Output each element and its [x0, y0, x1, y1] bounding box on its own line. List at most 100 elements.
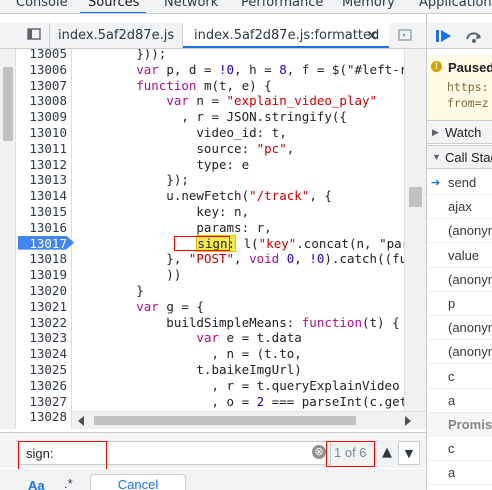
- line-number[interactable]: 13011: [18, 141, 67, 157]
- code-line[interactable]: 13005 }));: [0, 49, 426, 62]
- code-line[interactable]: 13006 var p, d = !0, h = 8, f = $("#left…: [0, 62, 426, 78]
- call-frame[interactable]: ajax: [427, 195, 492, 220]
- step-over-icon[interactable]: [465, 28, 483, 47]
- code-line[interactable]: 13019 )): [0, 267, 426, 283]
- call-frame[interactable]: (anonym: [427, 316, 492, 341]
- code-text: , o = 2 === parseInt(c.get: [76, 393, 408, 409]
- code-text: var g = {: [136, 298, 204, 314]
- scroll-left-icon[interactable]: [78, 416, 84, 426]
- line-number[interactable]: 13021: [18, 299, 67, 315]
- code-line[interactable]: 13027 , o = 2 === parseInt(c.get: [0, 394, 426, 410]
- call-frame[interactable]: (anonym: [427, 268, 492, 292]
- watch-section-header[interactable]: ▶ Watch: [427, 120, 492, 144]
- next-match-button[interactable]: ▼: [398, 441, 420, 465]
- code-text: )): [76, 267, 182, 283]
- chevron-down-icon: ▼: [432, 152, 441, 162]
- line-number[interactable]: 13012: [18, 157, 67, 173]
- code-line[interactable]: 13010 video_id: t,: [0, 125, 426, 141]
- code-editor[interactable]: 13005 })); 13006 var p, d = !0, h = 8, f …: [0, 49, 426, 429]
- clear-search-icon[interactable]: ⊗: [312, 445, 326, 459]
- call-frame[interactable]: (anonym: [427, 340, 492, 365]
- code-line[interactable]: 13020 }: [0, 283, 426, 299]
- code-line[interactable]: 13025 t.baikeImgUrl): [0, 362, 426, 378]
- line-number[interactable]: 13016: [18, 220, 67, 236]
- call-frame[interactable]: value: [427, 244, 492, 268]
- previous-match-button[interactable]: ▲: [377, 441, 397, 465]
- code-line[interactable]: 13008 var n = "explain_video_play": [0, 93, 426, 109]
- call-frame[interactable]: (anonym: [427, 219, 492, 244]
- call-frame[interactable]: c: [427, 437, 492, 462]
- line-number[interactable]: 13018: [18, 251, 67, 267]
- line-number[interactable]: 13020: [18, 283, 67, 299]
- tab-network[interactable]: Network: [164, 0, 218, 10]
- line-number[interactable]: 13017: [18, 236, 67, 252]
- tab-sources[interactable]: Sources: [88, 0, 139, 10]
- code-line[interactable]: 13022 buildSimpleMeans: function(t) {: [0, 315, 426, 331]
- resume-icon[interactable]: [435, 28, 453, 47]
- line-number[interactable]: 13007: [18, 78, 67, 94]
- line-number[interactable]: 13019: [18, 267, 67, 283]
- code-line[interactable]: 13013 });: [0, 172, 426, 188]
- code-text: var p, d = !0, h = 8, f = $("#left-r: [136, 61, 408, 77]
- line-number[interactable]: 13028: [18, 409, 67, 425]
- code-line[interactable]: 13007 function m(t, e) {: [0, 78, 426, 94]
- line-number[interactable]: 13008: [18, 93, 67, 109]
- tab-performance[interactable]: Performance: [241, 0, 323, 10]
- call-frame-label: c: [448, 441, 455, 457]
- code-text: function m(t, e) {: [136, 77, 272, 93]
- editor-vertical-scrollbar[interactable]: [404, 49, 426, 411]
- call-frame[interactable]: a: [427, 461, 492, 486]
- line-number[interactable]: 13013: [18, 172, 67, 188]
- line-number[interactable]: 13015: [18, 204, 67, 220]
- call-frame[interactable]: a: [427, 389, 492, 413]
- match-case-toggle[interactable]: Aa: [28, 478, 45, 490]
- call-frame-label: send: [448, 175, 477, 190]
- file-tab-formatted[interactable]: index.5af2d87e.js:formatted ×: [183, 23, 389, 48]
- cancel-button[interactable]: Cancel: [90, 474, 186, 490]
- debugger-toolbar: [427, 23, 492, 49]
- paused-url-line-2[interactable]: from=z: [447, 96, 489, 110]
- line-number[interactable]: 13022: [18, 315, 67, 331]
- code-line[interactable]: 13021 var g = {: [0, 299, 426, 315]
- line-number[interactable]: 13025: [18, 362, 67, 378]
- paused-url-line-1[interactable]: https:: [447, 80, 489, 94]
- call-frame[interactable]: ➔ send: [427, 171, 492, 195]
- line-number[interactable]: 13009: [18, 109, 67, 125]
- line-number[interactable]: 13005: [18, 49, 67, 62]
- tab-application[interactable]: Application: [419, 0, 492, 10]
- code-line[interactable]: 13011 source: "pc",: [0, 141, 426, 157]
- code-line[interactable]: 13015 key: n,: [0, 204, 426, 220]
- line-number[interactable]: 13014: [18, 188, 67, 204]
- call-stack-section-header[interactable]: ▼ Call Stac: [427, 145, 492, 169]
- call-frame[interactable]: c: [427, 365, 492, 389]
- code-line[interactable]: 13014 u.newFetch("/track", {: [0, 188, 426, 204]
- toggle-debugger-icon[interactable]: [398, 28, 412, 46]
- line-number[interactable]: 13010: [18, 125, 67, 141]
- code-line[interactable]: 13009 , r = JSON.stringify({: [0, 109, 426, 125]
- file-tab-original[interactable]: index.5af2d87e.js: [58, 23, 174, 48]
- annotation-box-code: [174, 236, 230, 251]
- code-line[interactable]: 13026 , r = t.queryExplainVideo: [0, 378, 426, 394]
- toggle-navigator-icon[interactable]: [27, 27, 41, 45]
- call-frame[interactable]: p: [427, 292, 492, 316]
- line-number[interactable]: 13024: [18, 346, 67, 362]
- scroll-right-icon[interactable]: [405, 416, 411, 426]
- tab-console[interactable]: Console: [16, 0, 68, 10]
- tab-memory[interactable]: Memory: [342, 0, 395, 10]
- line-number[interactable]: 13023: [18, 330, 67, 346]
- editor-vertical-scroll-thumb[interactable]: [409, 187, 422, 207]
- code-line[interactable]: 13024 , n = (t.to,: [0, 346, 426, 362]
- call-frame-label: a: [448, 465, 456, 481]
- line-number[interactable]: 13026: [18, 378, 67, 394]
- horizontal-scroll-thumb[interactable]: [94, 416, 356, 425]
- code-line[interactable]: 13016 params: r,: [0, 220, 426, 236]
- code-line[interactable]: 13012 type: e: [0, 157, 426, 173]
- regex-toggle[interactable]: .*: [64, 476, 73, 490]
- code-line[interactable]: 13023 var e = t.data: [0, 330, 426, 346]
- code-line[interactable]: 13018 }, "POST", void 0, !0).catch((fu: [0, 251, 426, 267]
- line-number[interactable]: 13027: [18, 394, 67, 410]
- line-number[interactable]: 13006: [18, 62, 67, 78]
- close-tab-icon[interactable]: ×: [366, 23, 379, 48]
- call-frame[interactable]: (anonym: [427, 486, 492, 490]
- editor-horizontal-scrollbar[interactable]: [72, 411, 426, 429]
